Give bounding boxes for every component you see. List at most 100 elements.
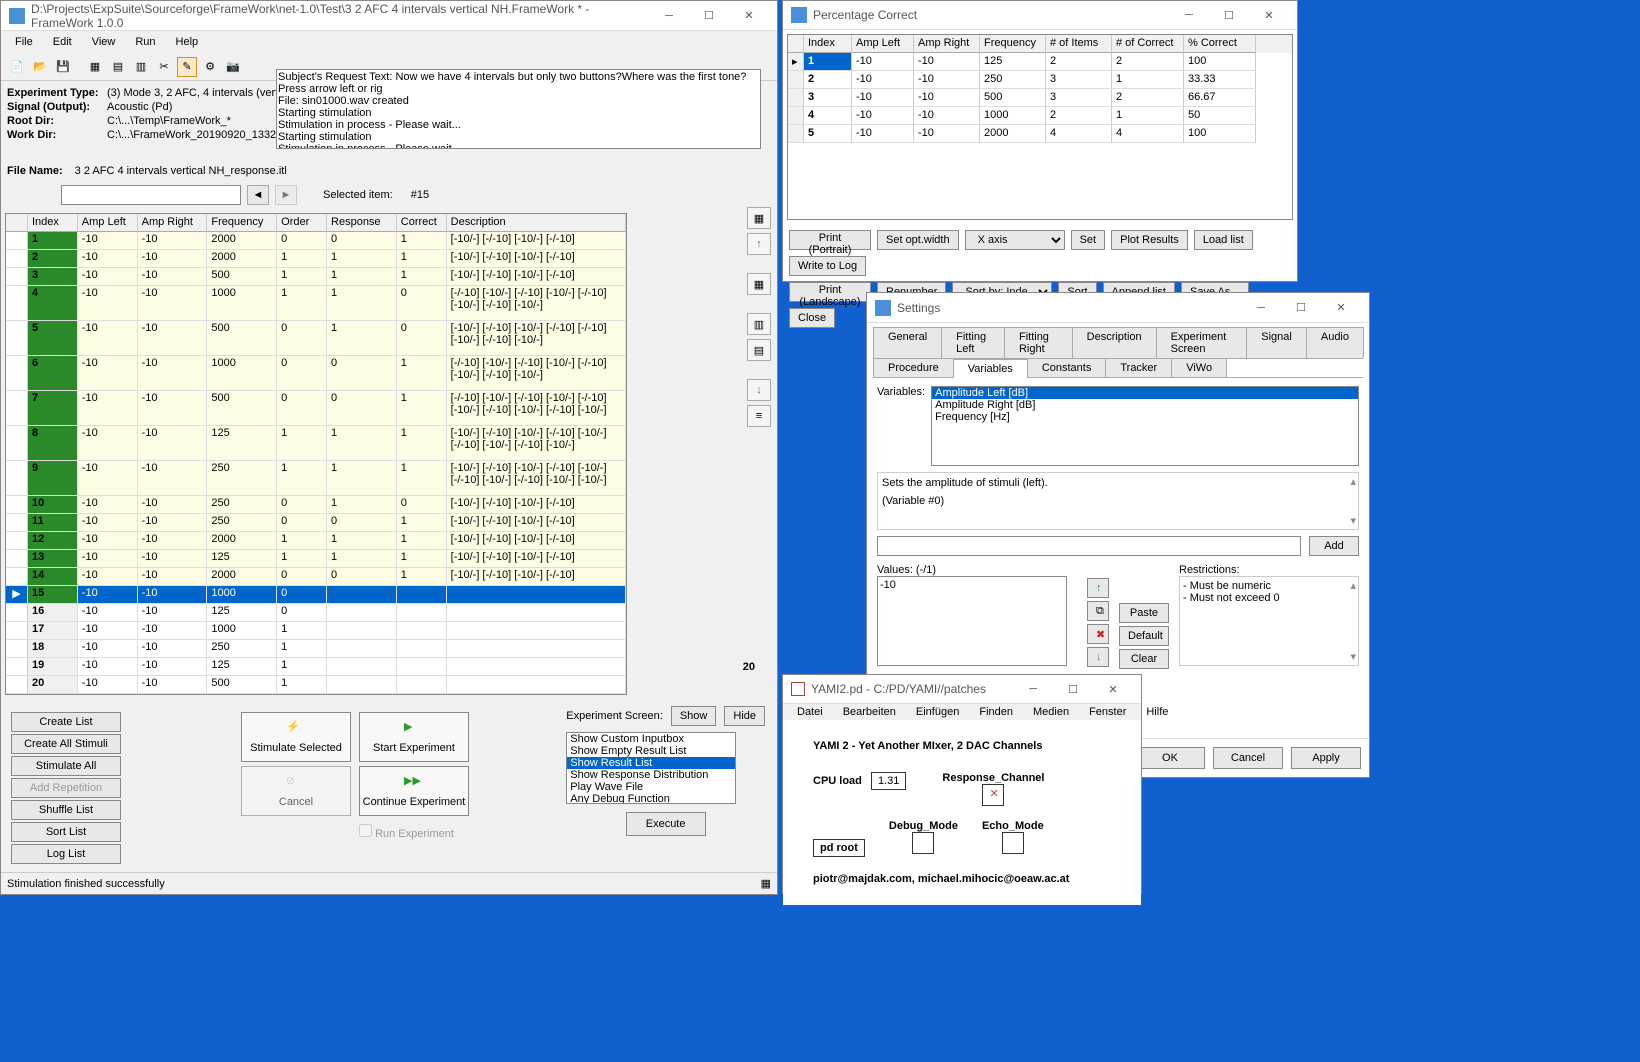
showlist-item[interactable]: Any Debug Function [567,793,735,804]
tab-constants[interactable]: Constants [1027,358,1107,377]
yami-menu-item[interactable]: Einfügen [906,704,969,720]
shuffle-list-button[interactable]: Shuffle List [11,800,121,820]
debug-mode-toggle[interactable] [912,832,934,854]
camera-icon[interactable]: 📷 [223,57,243,77]
maximize-icon[interactable]: ☐ [689,2,729,30]
val-up-icon[interactable]: ↑ [1087,578,1109,598]
stimulate-selected-button[interactable]: ⚡Stimulate Selected [241,712,351,762]
log-list-button[interactable]: Log List [11,844,121,864]
settings-close-icon[interactable]: ✕ [1321,294,1361,322]
continue-experiment-button[interactable]: ▶▶Continue Experiment [359,766,469,816]
save-icon[interactable]: 💾 [53,57,73,77]
settings-cancel-button[interactable]: Cancel [1213,747,1283,769]
start-experiment-button[interactable]: ▶Start Experiment [359,712,469,762]
sort-list-button[interactable]: Sort List [11,822,121,842]
print-landscape-button[interactable]: Print (Landscape) [789,282,871,302]
new-icon[interactable]: 📄 [7,57,27,77]
log-textbox[interactable]: Subject's Request Text: Now we have 4 in… [276,69,761,149]
settings-maximize-icon[interactable]: ☐ [1281,294,1321,322]
tab-general[interactable]: General [873,327,942,358]
tab-fitting-right[interactable]: Fitting Right [1004,327,1073,358]
open-icon[interactable]: 📂 [30,57,50,77]
arrow-up-icon[interactable]: ↑ [747,233,771,255]
values-textarea[interactable] [877,576,1067,666]
tab-tracker[interactable]: Tracker [1105,358,1172,377]
tool2-icon[interactable]: ▤ [108,57,128,77]
run-experiment-checkbox[interactable] [359,824,372,837]
set-button[interactable]: Set [1071,230,1106,250]
yami-menu-item[interactable]: Finden [969,704,1023,720]
yami-close-icon[interactable]: ✕ [1093,675,1133,703]
print-portrait-button[interactable]: Print (Portrait) [789,230,871,250]
pc-datagrid[interactable]: IndexAmp LeftAmp RightFrequency# of Item… [787,34,1293,220]
showlist-item[interactable]: Show Empty Result List [567,745,735,757]
yami-menu-item[interactable]: Bearbeiten [833,704,906,720]
cancel-button[interactable]: ⊘Cancel [241,766,351,816]
val-delete-icon[interactable]: ✖ [1087,624,1109,644]
show-button[interactable]: Show [671,706,717,726]
xaxis-select[interactable]: X axis [965,230,1065,250]
pc-maximize-icon[interactable]: ☐ [1209,1,1249,29]
tab-fitting-left[interactable]: Fitting Left [941,327,1005,358]
pc-close-icon[interactable]: ✕ [1249,1,1289,29]
action-listbox[interactable]: Show Custom InputboxShow Empty Result Li… [566,732,736,804]
variables-listbox[interactable]: Amplitude Left [dB]Amplitude Right [dB]F… [931,386,1359,466]
menu-file[interactable]: File [5,34,43,50]
paste-button[interactable]: Paste [1119,603,1169,623]
variable-item[interactable]: Amplitude Left [dB] [932,387,1358,399]
add-button[interactable]: Add [1309,536,1359,556]
scroll-up-icon[interactable]: ▴ [1350,475,1356,488]
pc-minimize-icon[interactable]: ─ [1169,1,1209,29]
pd-root-box[interactable]: pd root [813,839,865,857]
plot-results-button[interactable]: Plot Results [1111,230,1188,250]
nav-prev-button[interactable]: ◄ [247,185,269,205]
showlist-item[interactable]: Show Result List [567,757,735,769]
create-all-stimuli-button[interactable]: Create All Stimuli [11,734,121,754]
showlist-item[interactable]: Show Custom Inputbox [567,733,735,745]
clear-button[interactable]: Clear [1119,649,1169,669]
yami-menu-item[interactable]: Fenster [1079,704,1136,720]
stimulate-all-button[interactable]: Stimulate All [11,756,121,776]
create-list-button[interactable]: Create List [11,712,121,732]
variable-item[interactable]: Amplitude Right [dB] [932,399,1358,411]
default-button[interactable]: Default [1119,626,1169,646]
tab-experiment-screen[interactable]: Experiment Screen [1156,327,1248,358]
hide-button[interactable]: Hide [724,706,765,726]
main-datagrid[interactable]: IndexAmp LeftAmp RightFrequencyOrderResp… [5,213,627,695]
settings-minimize-icon[interactable]: ─ [1241,294,1281,322]
yami-minimize-icon[interactable]: ─ [1013,675,1053,703]
yami-menu-item[interactable]: Medien [1023,704,1079,720]
side-btn4[interactable]: ▥ [747,313,771,335]
tab-viwo[interactable]: ViWo [1171,358,1227,377]
scroll-down-icon[interactable]: ▾ [1350,514,1356,527]
yami-maximize-icon[interactable]: ☐ [1053,675,1093,703]
tool-icon[interactable]: ▦ [85,57,105,77]
restr-scroll-up-icon[interactable]: ▴ [1350,579,1356,592]
set-opt-width-button[interactable]: Set opt.width [877,230,959,250]
ok-button[interactable]: OK [1135,747,1205,769]
val-down-icon[interactable]: ↓ [1087,647,1109,667]
menu-edit[interactable]: Edit [43,34,82,50]
tab-audio[interactable]: Audio [1306,327,1364,358]
side-btn1[interactable]: ▦ [747,207,771,229]
highlight-icon[interactable]: ✎ [177,57,197,77]
variable-item[interactable]: Frequency [Hz] [932,411,1358,423]
apply-button[interactable]: Apply [1291,747,1361,769]
arrow-down-icon[interactable]: ↓ [747,379,771,401]
write-to-log-button[interactable]: Write to Log [789,256,866,276]
menu-run[interactable]: Run [125,34,165,50]
restr-scroll-down-icon[interactable]: ▾ [1350,650,1356,663]
response-channel-toggle[interactable]: ✕ [982,784,1004,806]
nav-input[interactable] [61,185,241,205]
close-icon[interactable]: ✕ [729,2,769,30]
config-icon[interactable]: ⚙ [200,57,220,77]
nav-next-button[interactable]: ► [275,185,297,205]
add-repetition-button[interactable]: Add Repetition [11,778,121,798]
val-copy-icon[interactable]: ⧉ [1087,601,1109,621]
tab-description[interactable]: Description [1072,327,1157,358]
pc-close-button[interactable]: Close [789,308,835,328]
tab-procedure[interactable]: Procedure [873,358,954,377]
side-btn7[interactable]: ≡ [747,405,771,427]
showlist-item[interactable]: Play Wave File [567,781,735,793]
side-btn5[interactable]: ▤ [747,339,771,361]
